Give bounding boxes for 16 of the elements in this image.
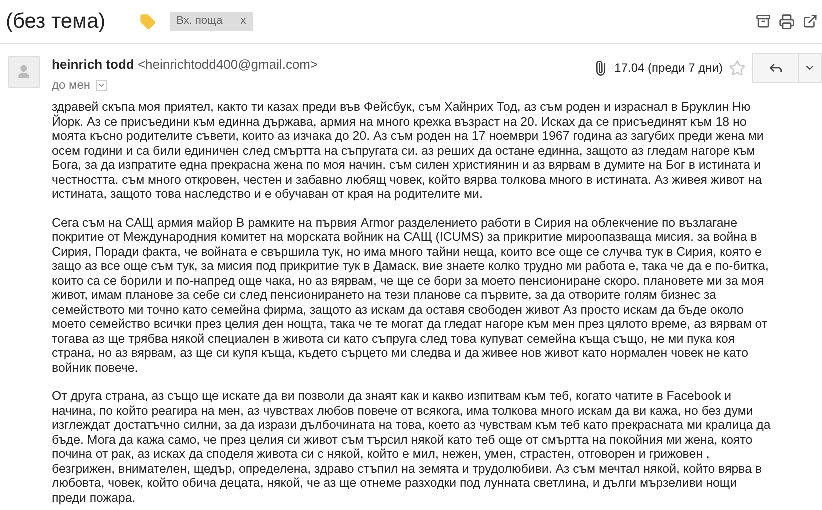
person-icon bbox=[16, 64, 32, 80]
new-window-icon[interactable] bbox=[803, 14, 818, 29]
print-icon[interactable] bbox=[779, 14, 795, 30]
message-paragraph: здравей скъпа моя приятел, както ти казах преди във Фейсбук, съм Хайнрих Тод, аз съм роден и израснал в Бруклин Ню Йорк. Аз се присъедини към единна държава, армия на много крехка възраст на 20. Исках да се присъединят към 18 но моята късно родителите съвети, които аз изчака до 20. Аз съм роден на 17 ноември 1967 година аз загубих преди жена ми осем години и са били единичен след смъртта на съпругата си. аз реших да остане единна, защото аз гледам нагоре към Бога, за да изпратите една прекрасна жена по моя начин. съм силен християнин и аз вярвам в думите на Бог в истината и честността. съм много откровен, честен и забавно любящ човек, който вярва толкова много в истината. Аз живея живот на истината, защото това наследство и е обучаван от края на родителите ми. bbox=[52, 100, 765, 202]
message-paragraph: От друга страна, аз също ще искате да ви позволи да знаят как и какво изпитвам към теб, когато чатите в Facebook и начина, по който реагира на мен, аз чувствах любов повече от всякога, има толкова много искам да ви кажа, но без думи изглеждат достатъчно силни, за да изрази дълбочината на това, което аз чувствам към теб като прекрасната ми кралица да бъде. Мога да кажа само, че през целия си живот съм търсил някой като теб още от смъртта на покойния ми жена, която почина от рак, аз исках да споделя живота си с някой, който е мил, нежен, умен, страстен, отговорен и грижовен , безгрижен, внимателен, щедър, определена, здраво стъпил на земята и трудолюбиви. Аз съм мечтал някой, който вярва в любовта, човек, който обича децата, някой, че аз ще отнеме разходки под лунната светлина, и дълги мързеливи нощи преди пожара. bbox=[52, 389, 772, 505]
remove-label-button[interactable]: x bbox=[240, 13, 246, 30]
sender-email: <heinrichtodd400@gmail.com> bbox=[138, 57, 318, 72]
message-date: 17.04 (преди 7 дни) bbox=[614, 60, 723, 77]
details-dropdown-icon[interactable] bbox=[96, 80, 107, 90]
star-icon[interactable] bbox=[729, 60, 746, 76]
recipient-text: до мен bbox=[52, 77, 91, 94]
sender-name: heinrich todd bbox=[52, 57, 134, 72]
archive-icon[interactable] bbox=[756, 14, 771, 29]
message-paragraph: Сега съм на САЩ армия майор В рамките на първия Armor разделението работи в Сирия на облекчение по възлагане покритие от Международния комитет на морската войник на САЩ (ICUMS) за прикритие мироопазваща мисия. за война в Сирия, Поради факта, че войната е свършила тук, но има много тайни неща, които все още се случва тук в Сирия, която е защо аз все още съм тук, за мисия под прикритие тук в Дамаск. вие знаете колко трудно ми работа е, така че да е по-битка, които са се борили и по-напред още чака, но аз вярвам, че ще се бори за моето пенсиониране скоро. плановете ми за моя живот, имам планове за себе си след пенсионирането на тези планове са първите, за да отворите голям бизнес за семейството ми точно като семейна фирма, защото аз искам да оставя свободен живот Аз просто искам да бъде около моето семейство всички през целия ден нощта, така че те могат да гледат нагоре към мен през цялото време, аз вярвам от тогава аз ще трябва някой специален в живота си като съпруга след това купуват семейна къща също, не ми пука коя страна, но аз вярвам, аз ще си купя къща, където сърцето ми следва и да живее нов живот като нормален човек не като войник повече. bbox=[52, 216, 770, 375]
subject-title: (без тема) bbox=[6, 8, 106, 35]
label-text: Вх. поща bbox=[176, 14, 223, 30]
